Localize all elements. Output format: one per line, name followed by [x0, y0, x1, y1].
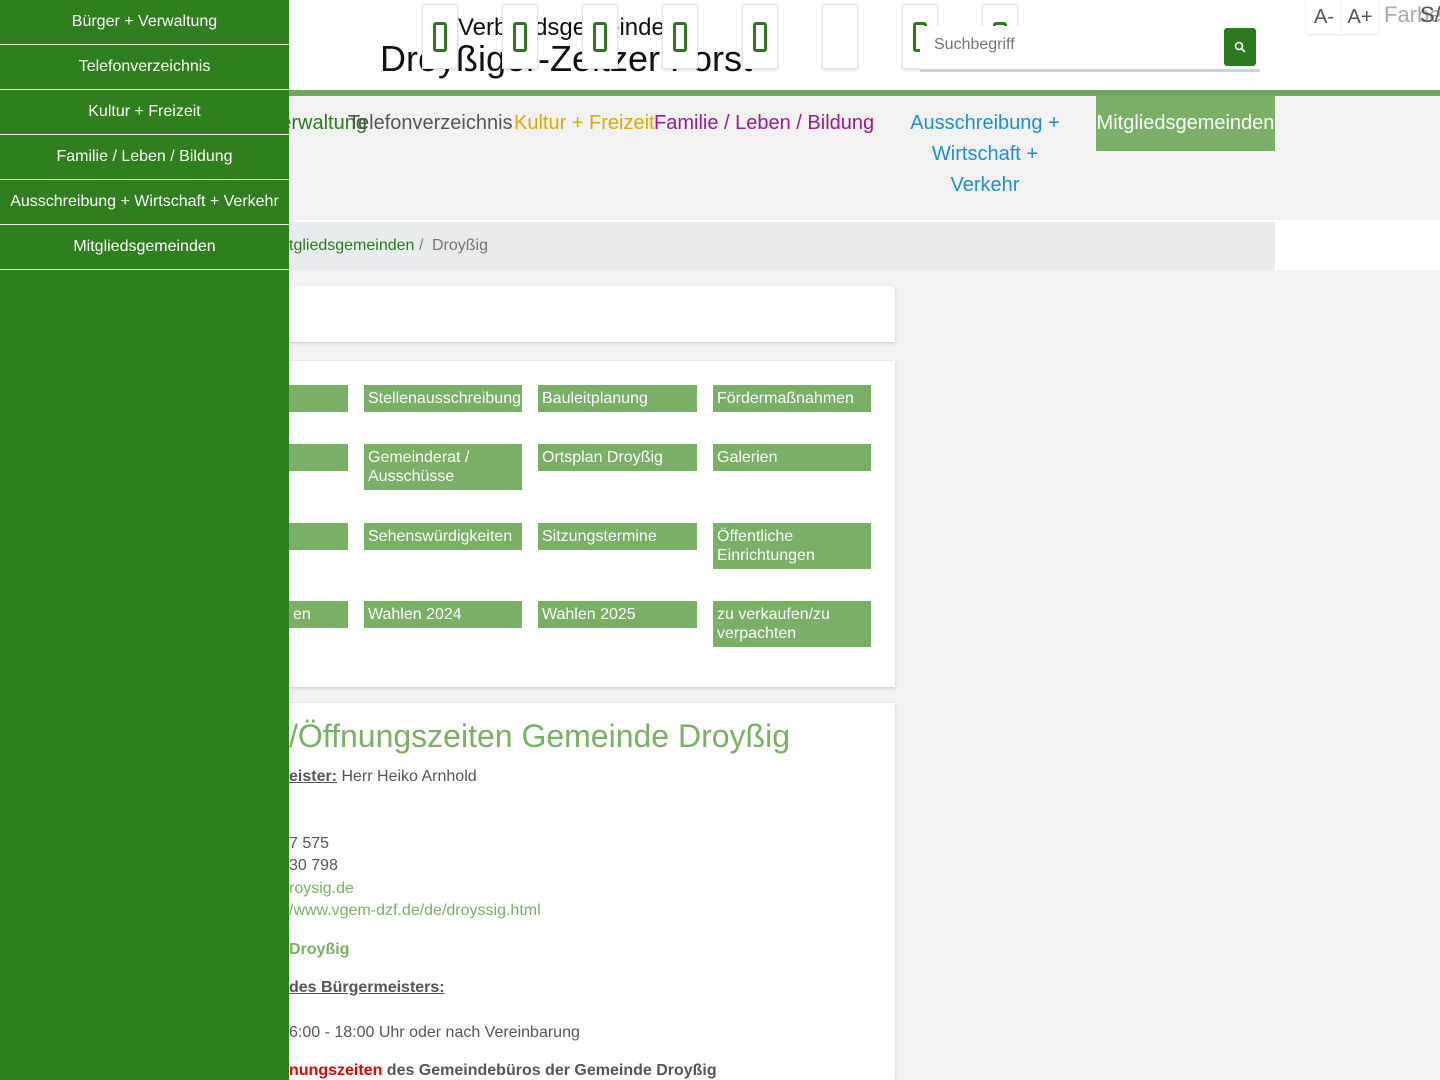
contact-title: /Öffnungszeiten Gemeinde Droyßig	[289, 718, 790, 754]
tile-1[interactable]: Stellenausschreibung	[364, 385, 522, 412]
nav-item-ausschreibung-line2: Wirtschaft + Verkehr	[931, 143, 1039, 196]
header-icon-4[interactable]	[662, 4, 698, 69]
tile-5[interactable]: Gemeinderat / Ausschüsse	[364, 444, 522, 490]
sidebar-menu: Bürger + Verwaltung Telefonverzeichnis K…	[0, 0, 289, 1080]
sidebar-item-buerger-verwaltung[interactable]: Bürger + Verwaltung	[0, 0, 289, 45]
fax-value: 30 798	[289, 857, 338, 874]
email-link[interactable]: roysig.de	[289, 880, 354, 898]
font-larger-button[interactable]: A+	[1342, 0, 1378, 34]
tile-15[interactable]: zu verkaufen/zu verpachten	[713, 601, 871, 647]
tile-11[interactable]: Öffentliche Einrichtungen	[713, 523, 871, 569]
mayor-line: eister: Herr Heiko Arnhold	[289, 768, 477, 786]
search-button[interactable]	[1224, 28, 1256, 66]
font-smaller-button[interactable]: A-	[1306, 0, 1342, 34]
header-icon-1[interactable]	[422, 4, 458, 69]
tile-4[interactable]	[289, 444, 348, 471]
tile-9[interactable]: Sehenswürdigkeiten	[364, 523, 522, 550]
header-icon-5[interactable]	[742, 4, 778, 69]
breadcrumb-link-mitgliedsgemeinden[interactable]: tgliedsgemeinden	[289, 237, 414, 255]
tile-7[interactable]: Galerien	[713, 444, 871, 471]
sidebar-item-telefonverzeichnis[interactable]: Telefonverzeichnis	[0, 45, 289, 90]
breadcrumb: tgliedsgemeinden / Droyßig	[289, 222, 1275, 270]
phone-value: 7 575	[289, 835, 330, 852]
sidebar-item-mitgliedsgemeinden[interactable]: Mitgliedsgemeinden	[0, 225, 289, 270]
office-hours-label: des Bürgermeisters:	[289, 979, 445, 997]
search-input[interactable]	[934, 36, 1204, 54]
intro-card	[289, 286, 895, 342]
nav-item-ausschreibung-line1: Ausschreibung +	[910, 112, 1060, 134]
sidebar-item-familie-leben-bildung[interactable]: Familie / Leben / Bildung	[0, 135, 289, 180]
opening-hours-red: nungszeiten	[289, 1062, 383, 1079]
sidebar-item-kultur-freizeit[interactable]: Kultur + Freizeit	[0, 90, 289, 135]
website-link[interactable]: /www.vgem-dzf.de/de/droyssig.html	[289, 902, 541, 920]
opening-hours-heading: nungszeiten des Gemeindebüros der Gemein…	[289, 1062, 717, 1080]
tile-13[interactable]: Wahlen 2024	[364, 601, 522, 628]
breadcrumb-current: Droyßig	[432, 237, 489, 254]
opening-hours-rest: des Gemeindebüros der Gemeinde Droyßig	[382, 1062, 717, 1079]
sidebar-item-ausschreibung[interactable]: Ausschreibung + Wirtschaft + Verkehr	[0, 180, 289, 225]
header-icon-3[interactable]	[582, 4, 618, 69]
search-box	[920, 26, 1260, 72]
tile-3[interactable]: Fördermaßnahmen	[713, 385, 871, 412]
nav-item-telefonverzeichnis[interactable]: Telefonverzeichnis	[348, 96, 513, 139]
office-hours-label-text: des Bürgermeisters:	[289, 979, 445, 996]
nav-item-kultur-freizeit[interactable]: Kultur + Freizeit	[514, 96, 655, 139]
nav-item-ausschreibung[interactable]: Ausschreibung + Wirtschaft + Verkehr	[895, 96, 1075, 201]
tile-12[interactable]: en	[289, 601, 348, 628]
nav-item-familie-leben-bildung[interactable]: Familie / Leben / Bildung	[654, 96, 874, 139]
search-icon	[1234, 41, 1246, 53]
tile-0[interactable]	[289, 385, 348, 412]
tile-10[interactable]: Sitzungstermine	[538, 523, 697, 550]
a11y-extra-button[interactable]: S/	[1420, 2, 1440, 28]
office-hours: 6:00 - 18:00 Uhr oder nach Vereinbarung	[289, 1024, 580, 1041]
breadcrumb-separator: /	[419, 237, 424, 254]
tile-8[interactable]	[289, 523, 348, 550]
tile-14[interactable]: Wahlen 2025	[538, 601, 697, 628]
header-icon-2[interactable]	[502, 4, 538, 69]
mayor-label: eister:	[289, 768, 338, 785]
place-heading: Droyßig	[289, 941, 350, 958]
header-icon-6[interactable]	[822, 4, 858, 69]
mayor-name: Herr Heiko Arnhold	[337, 768, 477, 785]
tile-2[interactable]: Bauleitplanung	[538, 385, 697, 412]
tile-6[interactable]: Ortsplan Droyßig	[538, 444, 697, 471]
nav-item-mitgliedsgemeinden[interactable]: Mitgliedsgemeinden	[1096, 96, 1275, 151]
